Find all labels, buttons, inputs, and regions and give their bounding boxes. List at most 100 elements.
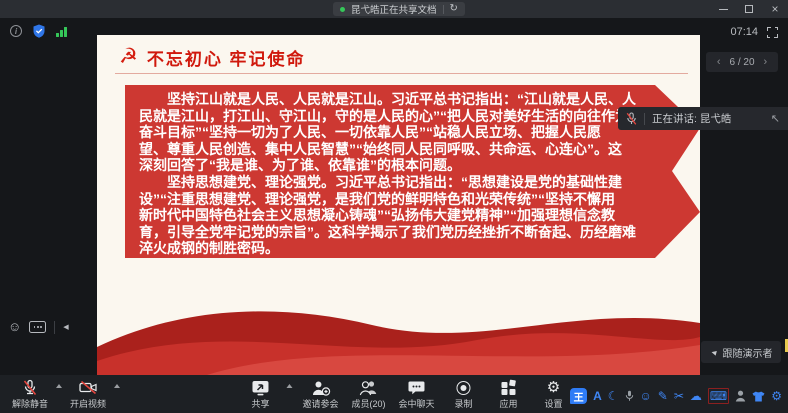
- party-emblem-icon: ☭: [119, 44, 138, 70]
- prev-page-button[interactable]: ‹: [717, 52, 721, 72]
- maximize-button[interactable]: [736, 0, 762, 18]
- speaker-divider: [644, 113, 645, 125]
- red-silk-decoration: [97, 277, 700, 375]
- tray-divider: [54, 321, 55, 334]
- members-button[interactable]: 成员(20): [347, 379, 389, 413]
- slide-body-line: 坚持江山就是人民、人民就是江山。习近平总书记指出：“江山就是人民、人: [139, 91, 691, 108]
- minimize-icon: [719, 9, 728, 10]
- slide-body-line: 设”“注重思想建党、理论强党，是我们党的鲜明特色和光荣传统”“坚持不懈用: [139, 191, 691, 208]
- fullscreen-icon[interactable]: [767, 27, 778, 38]
- slide-body-line: 望、尊重人民创造、集中人民智慧”“始终同人民同呼吸、共命运、心连心”。这: [139, 141, 691, 158]
- sharing-status-text: 昆弋皓正在共享文档: [351, 2, 437, 16]
- switch-share-icon[interactable]: ↻: [450, 2, 458, 16]
- keyboard-icon[interactable]: ⌨: [708, 388, 729, 404]
- video-options-caret[interactable]: [114, 384, 120, 388]
- start-video-label: 开启视频: [70, 397, 106, 410]
- slide-title: 不忘初心 牢记使命: [147, 45, 306, 70]
- members-icon: [358, 379, 378, 396]
- share-screen-icon: [251, 379, 269, 396]
- active-speaker-bar: 正在讲话: 昆弋皓 ↖: [618, 107, 788, 130]
- meeting-toolbar: 解除静音 开启视频: [0, 375, 788, 413]
- minimize-button[interactable]: [710, 0, 736, 18]
- ime-settings-gear-icon[interactable]: ⚙: [771, 389, 782, 403]
- slide-body-line: 育，引导全党牢记党的宗旨”。这科学揭示了我们党历经挫折不断奋起、历经磨难: [139, 224, 691, 241]
- slide-body-text: 坚持江山就是人民、人民就是江山。习近平总书记指出：“江山就是人民、人 民就是江山…: [139, 91, 691, 257]
- security-shield-icon[interactable]: [33, 24, 45, 38]
- slide-header: ☭ 不忘初心 牢记使命: [119, 44, 306, 70]
- share-label: 共享: [251, 397, 269, 410]
- pen-icon[interactable]: ✎: [658, 389, 668, 403]
- status-icons: i: [10, 24, 67, 38]
- maximize-icon: [745, 5, 753, 13]
- mic-options-caret[interactable]: [56, 384, 62, 388]
- sharing-status-pill[interactable]: 昆弋皓正在共享文档 ↻: [333, 2, 465, 16]
- chat-label: 会中聊天: [399, 397, 435, 410]
- ime-logo-icon[interactable]: 王: [570, 388, 587, 404]
- active-speaker-label: 正在讲话: 昆弋皓: [652, 111, 764, 126]
- status-right: 07:14: [730, 26, 778, 38]
- slide-body-line: 坚持思想建党、理论强党。习近平总书记指出：“思想建设是党的基础性建: [139, 174, 691, 191]
- emoji-reaction-icon[interactable]: ☺: [8, 319, 21, 335]
- start-video-button[interactable]: 开启视频: [66, 379, 110, 413]
- speaker-collapse-icon[interactable]: ↖: [771, 112, 780, 125]
- record-label: 录制: [455, 397, 473, 410]
- emoji-icon[interactable]: ☺: [640, 389, 652, 403]
- follow-presenter-label: 跟随演示者: [722, 345, 772, 360]
- invite-label: 邀请参会: [302, 397, 338, 410]
- apps-label: 应用: [500, 397, 518, 410]
- reaction-tray: ☺ ◀: [8, 318, 69, 336]
- close-button[interactable]: ×: [762, 0, 788, 18]
- toolbar-left-group: 解除静音 开启视频: [8, 375, 121, 413]
- apps-grid-icon: [501, 379, 516, 396]
- slide-body-line: 淬火成钢的制胜密码。: [139, 240, 691, 257]
- chat-bubble-icon: [408, 379, 426, 396]
- camera-off-icon: [79, 379, 98, 396]
- muted-mic-icon: [22, 379, 38, 396]
- page-indicator: 6 / 20: [729, 57, 754, 68]
- ime-language-icon[interactable]: A: [593, 389, 602, 403]
- meeting-timer: 07:14: [730, 26, 758, 38]
- network-signal-icon[interactable]: [56, 26, 67, 37]
- slide-body-line: 民就是江山，打江山、守江山，守的是人民的心”“把人民对美好生活的向往作为: [139, 108, 691, 125]
- apps-button[interactable]: 应用: [489, 379, 529, 413]
- ime-mic-icon[interactable]: [625, 390, 634, 402]
- shared-slide: ☭ 不忘初心 牢记使命 坚持江山就是人民、人民就是江山。习近平总书记指出：“江山…: [97, 35, 700, 375]
- settings-gear-icon: ⚙: [547, 379, 560, 396]
- slide-body-line: 新时代中国特色社会主义思想凝心铸魂”“弘扬伟大建党精神”“加强理想信念教: [139, 207, 691, 224]
- chat-button[interactable]: 会中聊天: [395, 379, 439, 413]
- record-icon: [457, 379, 471, 396]
- scissors-icon[interactable]: ✂: [674, 389, 684, 403]
- settings-button[interactable]: ⚙ 设置: [534, 379, 574, 413]
- titlebar: 昆弋皓正在共享文档 ↻ ×: [0, 0, 788, 18]
- skin-shirt-icon[interactable]: [752, 391, 765, 402]
- unmute-button[interactable]: 解除静音: [8, 379, 52, 413]
- moon-icon[interactable]: ☾: [608, 389, 619, 403]
- settings-label: 设置: [545, 397, 563, 410]
- record-button[interactable]: 录制: [444, 379, 484, 413]
- meeting-window: 昆弋皓正在共享文档 ↻ × i 07:14 ☭ 不忘初心 牢记使命: [0, 0, 788, 413]
- members-label: 成员(20): [351, 397, 385, 410]
- invite-button[interactable]: 邀请参会: [298, 379, 342, 413]
- share-screen-button[interactable]: 共享: [240, 379, 280, 413]
- toolbar-center-group: 共享 邀请参会: [240, 375, 573, 413]
- invite-person-icon: [310, 379, 330, 396]
- pill-divider: [443, 5, 444, 14]
- follow-presenter-button[interactable]: ◄ 跟随演示者: [701, 341, 781, 363]
- cursor-icon: ◄: [709, 347, 719, 358]
- speaker-muted-mic-icon: [626, 112, 637, 126]
- next-page-button[interactable]: ›: [764, 52, 768, 72]
- person-icon[interactable]: [735, 390, 746, 402]
- meeting-info-icon[interactable]: i: [10, 25, 22, 37]
- ime-toolbar: 王 A ☾ ☺ ✎ ✂ ☁ ⌨ ⚙: [570, 388, 782, 404]
- slide-body-line: 奋斗目标”“坚持一切为了人民、一切依靠人民”“站稳人民立场、把握人民愿: [139, 124, 691, 141]
- share-options-caret[interactable]: [286, 384, 292, 388]
- unmute-label: 解除静音: [12, 397, 48, 410]
- slide-red-banner: 坚持江山就是人民、人民就是江山。习近平总书记指出：“江山就是人民、人 民就是江山…: [125, 85, 700, 258]
- title-underline: [115, 73, 688, 74]
- page-navigation: ‹ 6 / 20 ›: [706, 52, 778, 72]
- cloud-icon[interactable]: ☁: [690, 389, 702, 403]
- window-controls: ×: [710, 0, 788, 18]
- collapse-tray-icon[interactable]: ◀: [63, 323, 68, 331]
- slide-body-line: 深刻回答了“我是谁、为了谁、依靠谁”的根本问题。: [139, 157, 691, 174]
- caption-icon[interactable]: [29, 321, 46, 333]
